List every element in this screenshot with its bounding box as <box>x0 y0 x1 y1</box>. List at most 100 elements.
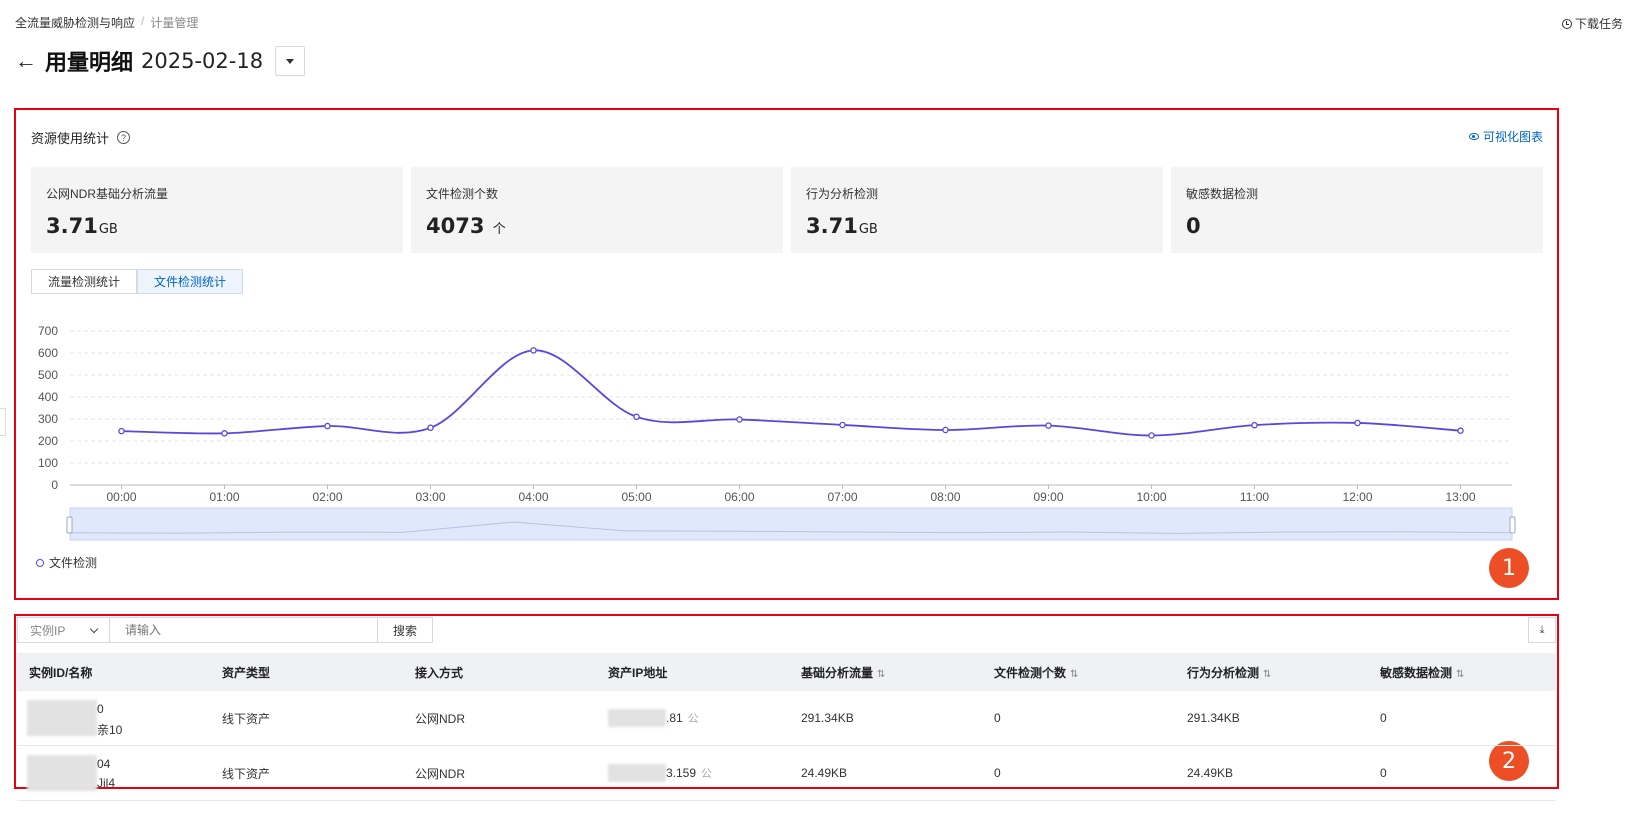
traffic-cell: 291.34KB <box>801 711 854 725</box>
stat-card-value: 0 <box>1186 214 1201 238</box>
page-header: ← 用量明细 2025-02-18 <box>15 45 306 77</box>
x-tick-label: 00:00 <box>106 490 136 504</box>
data-point <box>427 424 434 432</box>
y-tick-label: 100 <box>38 456 58 470</box>
y-tick-label: 500 <box>38 368 58 382</box>
table-header: 实例ID/名称 资产类型 接入方式 资产IP地址 基础分析流量 ⇅ 文件检测个数 ⇅… <box>17 653 1556 691</box>
y-tick-label: 700 <box>38 324 58 338</box>
stat-card-behavior-analysis: 行为分析检测 3.71GB <box>791 167 1163 253</box>
back-arrow-icon[interactable]: ← <box>15 50 37 72</box>
legend-label: 文件检测 <box>49 556 98 570</box>
breadcrumb-item-root[interactable]: 全流量威胁检测与响应 <box>15 14 135 31</box>
y-tick-label: 400 <box>38 390 58 404</box>
sort-icon[interactable]: ⇅ <box>1456 669 1464 680</box>
file-count-cell: 0 <box>994 711 1001 725</box>
table-row: 04 Jil4 线下资产 公网NDR 3.159 公 24.49KB 0 24.… <box>17 746 1556 801</box>
data-point <box>1354 419 1361 427</box>
file-count-cell: 0 <box>994 766 1001 780</box>
page-title: 用量明细 <box>45 51 134 76</box>
data-point <box>942 426 949 434</box>
stat-card-label: 行为分析检测 <box>806 187 879 201</box>
column-header-sortable[interactable]: 文件检测个数 ⇅ <box>982 664 1175 681</box>
download-icon[interactable]: ⤓ <box>1528 617 1556 643</box>
access-method-cell: 公网NDR <box>415 711 465 726</box>
data-point <box>736 416 743 423</box>
resource-stats-label: 资源使用统计 <box>31 131 110 146</box>
y-tick-label: 300 <box>38 412 58 426</box>
eye-icon <box>1468 133 1479 140</box>
asset-ip-cell: .81 公 <box>596 709 789 727</box>
x-tick-label: 10:00 <box>1136 490 1166 504</box>
redacted-block <box>608 709 666 727</box>
x-tick-label: 07:00 <box>827 490 857 504</box>
redacted-block <box>27 754 97 791</box>
column-header: 接入方式 <box>415 665 464 680</box>
table-row: 0 亲10 线下资产 公网NDR .81 公 291.34KB 0 291.34… <box>17 691 1556 746</box>
download-tasks-link[interactable]: 下载任务 <box>1561 15 1623 32</box>
tab-traffic-stats[interactable]: 流量检测统计 <box>31 269 138 294</box>
public-tag: 公 <box>687 713 699 725</box>
behavior-cell: 24.49KB <box>1187 766 1234 780</box>
access-method-cell: 公网NDR <box>415 766 465 781</box>
search-button[interactable]: 搜索 <box>378 617 433 643</box>
date-dropdown-button[interactable] <box>275 46 306 76</box>
data-point <box>1251 421 1258 429</box>
breadcrumb-separator: / <box>141 14 145 28</box>
y-tick-label: 0 <box>51 478 58 492</box>
search-input[interactable] <box>110 617 378 643</box>
column-header-sortable[interactable]: 敏感数据检测 ⇅ <box>1368 664 1556 681</box>
stat-card-label: 文件检测个数 <box>426 187 499 201</box>
data-point <box>1148 432 1155 439</box>
sort-icon[interactable]: ⇅ <box>877 669 885 680</box>
instance-id-cell[interactable]: 0 亲10 <box>17 691 210 746</box>
y-tick-label: 600 <box>38 346 58 360</box>
zoom-slider-track <box>69 507 1513 541</box>
x-tick-label: 11:00 <box>1240 490 1269 504</box>
traffic-cell: 24.49KB <box>801 766 848 780</box>
tab-file-stats[interactable]: 文件检测统计 <box>137 269 244 294</box>
stat-card-label: 敏感数据检测 <box>1186 187 1259 201</box>
page-date: 2025-02-18 <box>141 49 264 73</box>
filter-field-label: 实例IP <box>30 623 66 638</box>
legend-marker-icon <box>36 558 44 567</box>
redacted-block <box>608 764 666 782</box>
x-tick-label: 03:00 <box>415 490 445 504</box>
resource-stats-title: 资源使用统计 ? <box>31 128 131 147</box>
chart-legend[interactable]: 文件检测 <box>36 554 97 571</box>
column-header-sortable[interactable]: 基础分析流量 ⇅ <box>789 664 982 681</box>
x-tick-label: 09:00 <box>1033 490 1063 504</box>
public-tag: 公 <box>701 768 713 780</box>
x-tick-label: 02:00 <box>312 490 342 504</box>
x-tick-label: 04:00 <box>518 490 548 504</box>
x-tick-label: 01:00 <box>209 490 239 504</box>
column-header: 资产类型 <box>222 665 271 680</box>
filter-field-select[interactable]: 实例IP <box>17 617 110 643</box>
x-tick-label: 13:00 <box>1445 490 1475 504</box>
data-point <box>221 430 228 437</box>
breadcrumb: 全流量威胁检测与响应 / 计量管理 <box>15 14 198 31</box>
visual-chart-toggle[interactable]: 可视化图表 <box>1468 128 1543 145</box>
series-line-file-detection <box>121 349 1461 437</box>
sort-icon[interactable]: ⇅ <box>1263 669 1271 680</box>
zoom-handle-left <box>66 516 73 534</box>
question-icon[interactable]: ? <box>117 131 131 144</box>
redacted-block <box>27 699 97 736</box>
sidebar-collapse-handle[interactable] <box>0 408 6 436</box>
column-header: 资产IP地址 <box>608 665 668 680</box>
clock-icon <box>1561 18 1572 29</box>
zoom-handle-right <box>1509 516 1516 534</box>
x-tick-label: 12:00 <box>1342 490 1372 504</box>
stats-tabs: 流量检测统计 文件检测统计 <box>31 269 244 294</box>
annotation-badge-1: 1 <box>1489 548 1529 588</box>
usage-table: 实例ID/名称 资产类型 接入方式 资产IP地址 基础分析流量 ⇅ 文件检测个数 ⇅… <box>17 653 1556 801</box>
x-tick-label: 05:00 <box>621 490 651 504</box>
column-header: 实例ID/名称 <box>29 665 93 680</box>
data-point <box>839 421 846 429</box>
sensitive-cell: 0 <box>1380 766 1387 780</box>
sensitive-cell: 0 <box>1380 711 1387 725</box>
caret-down-icon <box>286 58 295 64</box>
stat-card-value: 3.71GB <box>806 214 878 238</box>
sort-icon[interactable]: ⇅ <box>1070 669 1078 680</box>
column-header-sortable[interactable]: 行为分析检测 ⇅ <box>1175 664 1368 681</box>
instance-id-cell[interactable]: 04 Jil4 <box>17 746 210 801</box>
